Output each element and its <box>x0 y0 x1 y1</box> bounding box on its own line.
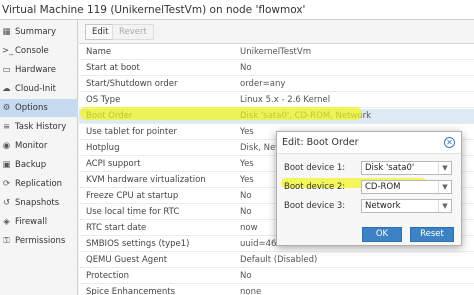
sidebar-item[interactable]: ↺ Snapshots <box>0 194 78 212</box>
option-value: No <box>240 191 252 201</box>
sidebar-item-label: Firewall <box>15 217 48 227</box>
boot-device-2-value: CD-ROM <box>365 182 401 192</box>
option-value: No <box>240 63 252 73</box>
ok-button[interactable]: OK <box>362 227 402 242</box>
option-value: Linux 5.x - 2.6 Kernel <box>240 95 331 105</box>
sidebar-item[interactable]: ▣ Backup <box>0 156 78 174</box>
sidebar-item[interactable]: ⚿ Permissions <box>0 232 78 250</box>
option-value: Yes <box>240 127 254 137</box>
boot-device-3-label: Boot device 3: <box>284 201 346 211</box>
table-row[interactable]: Spice Enhancements none <box>79 285 474 295</box>
boot-order-dialog: Edit: Boot Order ✕ Boot device 1: Disk '… <box>276 131 462 246</box>
eye-icon: ◉ <box>2 140 11 151</box>
sidebar-item-label: Console <box>15 46 49 56</box>
chevron-down-icon[interactable]: ▼ <box>438 162 451 174</box>
option-name: Freeze CPU at startup <box>86 191 179 201</box>
reset-button[interactable]: Reset <box>410 227 454 242</box>
sidebar-item[interactable]: ▭ Hardware <box>0 61 78 79</box>
sidebar-item[interactable]: ◉ Monitor <box>0 137 78 155</box>
sidebar-item[interactable]: ◈ Firewall <box>0 213 78 231</box>
option-name: OS Type <box>86 95 121 105</box>
boot-order-highlight <box>80 107 362 120</box>
sidebar-item-label: Backup <box>15 160 47 170</box>
option-name: Use local time for RTC <box>86 207 180 217</box>
option-value: none <box>240 287 262 295</box>
option-name: KVM hardware virtualization <box>86 175 206 185</box>
option-name: ACPI support <box>86 159 141 169</box>
sidebar-item-label: Summary <box>15 27 57 37</box>
option-name: QEMU Guest Agent <box>86 255 168 265</box>
boot-device-2-select[interactable]: CD-ROM ▼ <box>361 180 452 194</box>
option-value: No <box>240 207 252 217</box>
table-row[interactable]: Start at boot No <box>79 61 474 76</box>
option-name: Start/Shutdown order <box>86 79 178 89</box>
boot-device-1-select[interactable]: Disk 'sata0' ▼ <box>361 161 452 175</box>
close-icon[interactable]: ✕ <box>444 137 455 148</box>
sidebar-item[interactable]: >_ Console <box>0 42 78 60</box>
chevron-down-icon[interactable]: ▼ <box>438 181 451 193</box>
table-row[interactable]: Protection No <box>79 269 474 284</box>
table-row[interactable]: Name UnikernelTestVm <box>79 45 474 60</box>
gear-icon: ⚙ <box>2 102 11 113</box>
unlock-icon: ⚿ <box>3 235 10 246</box>
option-name: SMBIOS settings (type1) <box>86 239 190 249</box>
dialog-titlebar: Edit: Boot Order ✕ <box>277 132 461 154</box>
monitor-icon: ▭ <box>2 64 11 75</box>
sidebar-item-label: Snapshots <box>15 198 60 208</box>
floppy-icon: ▣ <box>2 159 11 170</box>
sidebar-item-label: Monitor <box>15 141 48 151</box>
sidebar-item-label: Cloud-Init <box>15 84 56 94</box>
sidebar-item-label: Permissions <box>15 236 66 246</box>
option-value: Yes <box>240 159 254 169</box>
sidebar-item[interactable]: ⟳ Replication <box>0 175 78 193</box>
sidebar: ▦ Summary >_ Console ▭ Hardware ☁ Cloud-Init ⚙ Op… <box>0 20 78 295</box>
table-row[interactable]: QEMU Guest Agent Default (Disabled) <box>79 253 474 268</box>
sidebar-item[interactable]: ☁ Cloud-Init <box>0 80 78 98</box>
boot-device-3-select[interactable]: Network ▼ <box>361 199 452 213</box>
window-title: Virtual Machine 119 (UnikernelTestVm) on… <box>2 4 306 16</box>
revert-button[interactable]: Revert <box>112 24 154 40</box>
option-name: Start at boot <box>86 63 140 73</box>
option-name: Name <box>86 47 112 57</box>
window-titlebar: Virtual Machine 119 (UnikernelTestVm) on… <box>0 0 474 20</box>
sync-icon: ⟳ <box>2 178 11 189</box>
option-value: now <box>240 223 258 233</box>
sidebar-item[interactable]: ≡ Task History <box>0 118 78 136</box>
sidebar-item[interactable]: ⚙ Options <box>0 99 78 117</box>
list-icon: ≡ <box>2 121 11 132</box>
summary-icon: ▦ <box>2 26 11 37</box>
boot-device-1-value: Disk 'sata0' <box>365 163 415 173</box>
option-name: RTC start date <box>86 223 147 233</box>
dialog-title: Edit: Boot Order <box>282 137 359 148</box>
sidebar-item[interactable]: ▦ Summary <box>0 23 78 41</box>
option-name: Use tablet for pointer <box>86 127 177 137</box>
history-icon: ↺ <box>2 197 11 208</box>
option-name: Hotplug <box>86 143 120 153</box>
sidebar-item-label: Hardware <box>15 65 57 75</box>
option-value: order=any <box>240 79 286 89</box>
boot-device-1-label: Boot device 1: <box>284 163 346 173</box>
edit-button[interactable]: Edit <box>85 24 116 40</box>
option-name: Protection <box>86 271 130 281</box>
option-value: UnikernelTestVm <box>240 47 311 57</box>
chevron-down-icon[interactable]: ▼ <box>438 200 451 212</box>
sidebar-item-label: Options <box>15 103 48 113</box>
table-row[interactable]: Start/Shutdown order order=any <box>79 77 474 92</box>
option-name: Spice Enhancements <box>86 287 176 295</box>
table-row[interactable]: OS Type Linux 5.x - 2.6 Kernel <box>79 93 474 108</box>
boot-device-3-value: Network <box>365 201 401 211</box>
sidebar-item-label: Task History <box>15 122 67 132</box>
boot-device-2-label: Boot device 2: <box>284 182 346 192</box>
sidebar-item-label: Replication <box>15 179 63 189</box>
option-value: No <box>240 271 252 281</box>
console-icon: >_ <box>2 45 14 56</box>
toolbar: Edit Revert <box>79 20 474 44</box>
option-value: Default (Disabled) <box>240 255 318 265</box>
option-value: Yes <box>240 175 254 185</box>
shield-icon: ◈ <box>3 216 10 227</box>
cloud-icon: ☁ <box>2 83 11 94</box>
